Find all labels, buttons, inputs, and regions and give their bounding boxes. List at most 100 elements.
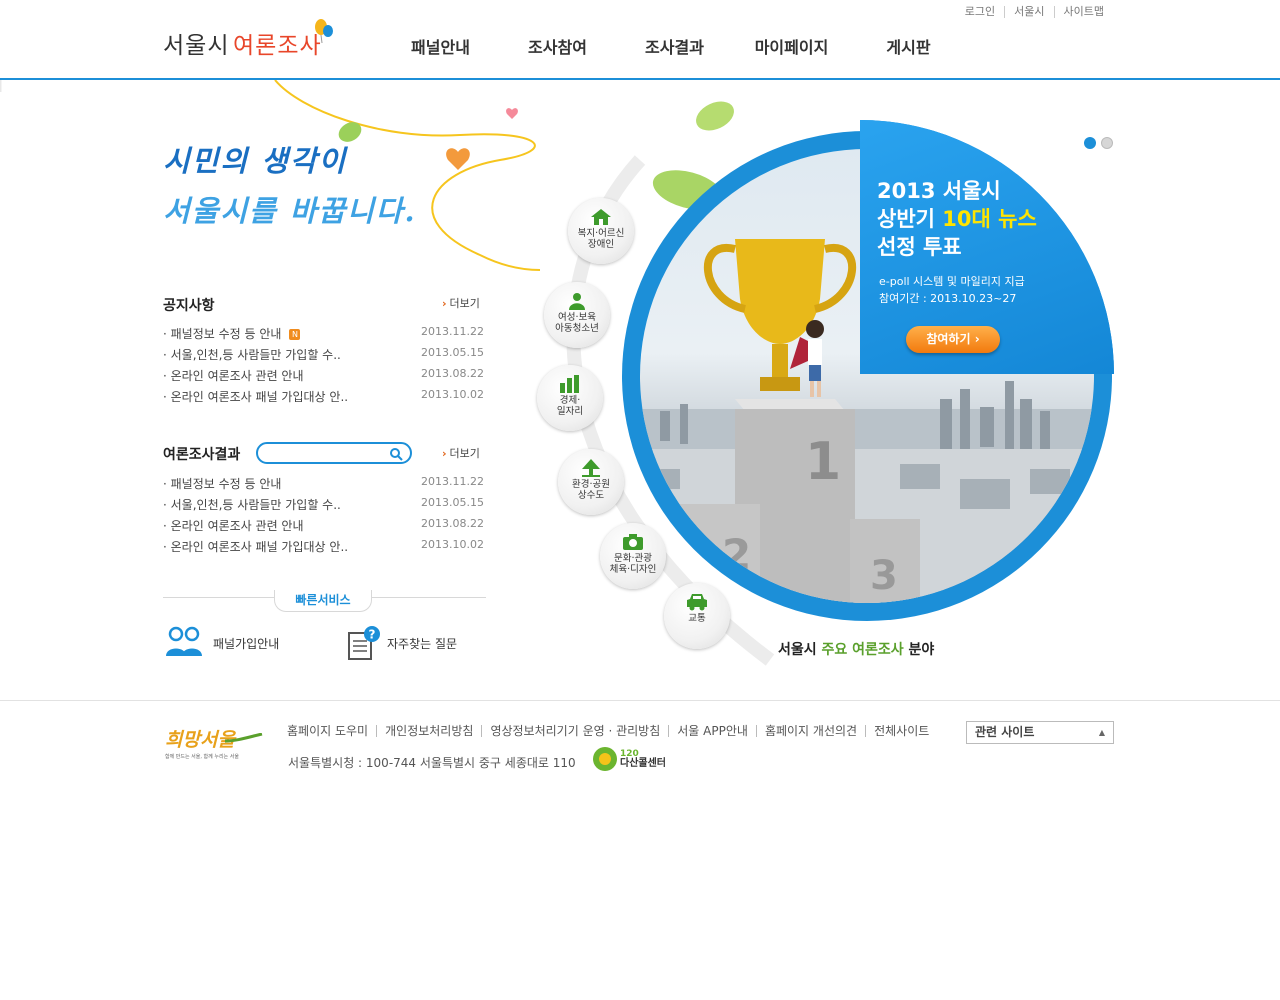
- notice-item-title: · 패널정보 수정 등 안내: [163, 327, 282, 341]
- bar-chart-icon: [560, 375, 579, 393]
- list-item[interactable]: · 온라인 여론조사 관련 안내 2013.08.22: [163, 517, 486, 538]
- camera-icon: [623, 534, 643, 550]
- list-item[interactable]: · 서울,인천,등 사람들만 가입할 수.. 2013.05.15: [163, 346, 486, 367]
- chevron-right-icon: ›: [442, 447, 447, 460]
- tree-icon: [582, 459, 600, 477]
- nav-survey-join[interactable]: 조사참여: [499, 34, 616, 58]
- footer-links: 홈페이지 도우미 개인정보처리방침 영상정보처리기기 운영 · 관리방침 서울 …: [287, 725, 937, 737]
- footer-link-privacy[interactable]: 개인정보처리방침: [376, 725, 481, 737]
- footer-link-app[interactable]: 서울 APP안내: [668, 725, 756, 737]
- results-item-date: 2013.10.02: [421, 538, 484, 551]
- carousel-dot-2[interactable]: [1101, 137, 1113, 149]
- category-economy[interactable]: 경제· 일자리: [537, 365, 603, 431]
- banner-title-line2a: 상반기: [877, 207, 943, 231]
- results-item-date: 2013.05.15: [421, 496, 484, 509]
- category-label-1: 교통: [688, 613, 706, 624]
- carousel-dot-1[interactable]: [1084, 137, 1096, 149]
- category-environment[interactable]: 환경·공원 상수도: [558, 449, 624, 515]
- svg-text:?: ?: [369, 628, 376, 642]
- category-label-1: 환경·공원: [572, 479, 610, 490]
- slogan-line1: 시민의 생각이: [163, 144, 348, 178]
- notice-item-title: · 온라인 여론조사 관련 안내: [163, 369, 304, 383]
- banner-title-line2: 상반기 10대 뉴스: [877, 203, 1037, 233]
- notice-item-title: · 서울,인천,등 사람들만 가입할 수..: [163, 348, 341, 362]
- footer-link-help[interactable]: 홈페이지 도우미: [287, 725, 376, 737]
- dasan-call-center[interactable]: 120 다산콜센터: [592, 746, 666, 772]
- notice-item-date: 2013.05.15: [421, 346, 484, 359]
- faq-document-icon: ?: [348, 626, 380, 660]
- dasan-logo-icon: [593, 747, 617, 771]
- banner-sub2: 참여기간 : 2013.10.23~27: [879, 292, 1017, 305]
- category-traffic[interactable]: 교통: [664, 583, 730, 649]
- category-culture[interactable]: 문화·관광 체육·디자인: [600, 523, 666, 589]
- logo-text-seoul: 서울시: [163, 33, 230, 59]
- nav-board[interactable]: 게시판: [850, 34, 967, 58]
- nav-panel-guide[interactable]: 패널안내: [382, 34, 499, 58]
- category-label-2: 일자리: [556, 406, 584, 417]
- panel-join-guide-label: 패널가입안내: [213, 636, 280, 651]
- results-more-label: 더보기: [449, 447, 480, 460]
- notice-item-date: 2013.08.22: [421, 367, 484, 380]
- results-list: · 패널정보 수정 등 안내 2013.11.22 · 서울,인천,등 사람들만 …: [163, 475, 486, 559]
- chevron-right-icon: ›: [974, 332, 980, 346]
- banner-highlight: 10대 뉴스: [942, 207, 1037, 231]
- related-sites-label: 관련 사이트: [975, 725, 1035, 739]
- quick-service-title: 빠른서비스: [274, 590, 372, 612]
- list-item[interactable]: · 패널정보 수정 등 안내 2013.11.22: [163, 475, 486, 496]
- chevron-up-icon: ▲: [1098, 728, 1105, 737]
- category-label-1: 여성·보육: [558, 312, 596, 323]
- nav-survey-results[interactable]: 조사결과: [616, 34, 733, 58]
- utility-nav: 로그인 서울시 사이트맵: [956, 6, 1113, 18]
- faq-link[interactable]: ? 자주찾는 질문: [347, 625, 457, 661]
- notice-item-title: · 온라인 여론조사 패널 가입대상 안..: [163, 390, 349, 404]
- swoosh-icon: [225, 733, 263, 743]
- login-link[interactable]: 로그인: [956, 6, 1004, 18]
- results-item-title: · 온라인 여론조사 패널 가입대상 안..: [163, 540, 349, 554]
- footer-link-feedback[interactable]: 홈페이지 개선의견: [755, 725, 865, 737]
- podium-third: 3: [870, 553, 898, 599]
- category-label-2: 장애인: [587, 239, 615, 250]
- list-item[interactable]: · 패널정보 수정 등 안내 N 2013.11.22: [163, 325, 486, 346]
- caption-c: 분야: [903, 642, 935, 658]
- footer: 희망서울 함께 만드는 서울, 함께 누리는 서울 홈페이지 도우미 개인정보처…: [0, 700, 1280, 790]
- related-sites-select[interactable]: 관련 사이트 ▲: [966, 721, 1114, 744]
- category-welfare[interactable]: 복지·어르신 장애인: [568, 198, 634, 264]
- search-icon[interactable]: [389, 447, 403, 461]
- people-icon: [166, 626, 202, 656]
- results-item-date: 2013.11.22: [421, 475, 484, 488]
- person-icon: [569, 293, 585, 310]
- notice-more-link[interactable]: › 더보기: [442, 295, 480, 311]
- nav-mypage[interactable]: 마이페이지: [733, 34, 850, 58]
- list-item[interactable]: · 온라인 여론조사 패널 가입대상 안.. 2013.10.02: [163, 538, 486, 559]
- footer-link-cctv[interactable]: 영상정보처리기기 운영 · 관리방침: [481, 725, 668, 737]
- header: 서울시 여론조사 로그인 서울시 사이트맵 패널안내 조사참여 조사결과 마이페…: [0, 0, 1280, 80]
- participate-button[interactable]: 참여하기 ›: [906, 326, 1000, 353]
- results-search-box: [256, 442, 412, 464]
- notice-list: · 패널정보 수정 등 안내 N 2013.11.22 · 서울,인천,등 사람들만…: [163, 325, 486, 409]
- results-item-date: 2013.08.22: [421, 517, 484, 530]
- seoul-link[interactable]: 서울시: [1004, 6, 1053, 18]
- panel-join-guide-link[interactable]: 패널가입안내: [165, 625, 279, 661]
- page: 서울시 여론조사 로그인 서울시 사이트맵 패널안내 조사참여 조사결과 마이페…: [0, 0, 1280, 1000]
- visual-caption: 서울시 주요 여론조사 분야: [778, 639, 934, 659]
- list-item[interactable]: · 서울,인천,등 사람들만 가입할 수.. 2013.05.15: [163, 496, 486, 517]
- list-item[interactable]: · 온라인 여론조사 패널 가입대상 안.. 2013.10.02: [163, 388, 486, 409]
- category-label-2: 상수도: [577, 490, 605, 501]
- main-nav: 패널안내 조사참여 조사결과 마이페이지 게시판: [382, 34, 967, 58]
- results-search-input[interactable]: [266, 446, 384, 461]
- category-label-2: 아동청소년: [555, 323, 599, 334]
- results-title: 여론조사결과: [163, 447, 241, 463]
- notice-item-date: 2013.10.02: [421, 388, 484, 401]
- site-logo[interactable]: 서울시 여론조사: [163, 19, 343, 62]
- list-item[interactable]: · 온라인 여론조사 관련 안내 2013.08.22: [163, 367, 486, 388]
- podium-first: 1: [805, 432, 841, 492]
- results-item-title: · 패널정보 수정 등 안내: [163, 477, 282, 491]
- sitemap-link[interactable]: 사이트맵: [1053, 6, 1113, 18]
- footer-link-allsites[interactable]: 전체사이트: [865, 725, 937, 737]
- chevron-right-icon: ›: [442, 297, 447, 310]
- footer-address: 서울특별시청 : 100-744 서울특별시 중구 세종대로 110: [288, 756, 576, 770]
- results-more-link[interactable]: › 더보기: [442, 445, 480, 461]
- caption-highlight: 주요 여론조사: [821, 642, 904, 658]
- banner-title-line3: 선정 투표: [877, 235, 962, 259]
- category-women[interactable]: 여성·보육 아동청소년: [544, 282, 610, 348]
